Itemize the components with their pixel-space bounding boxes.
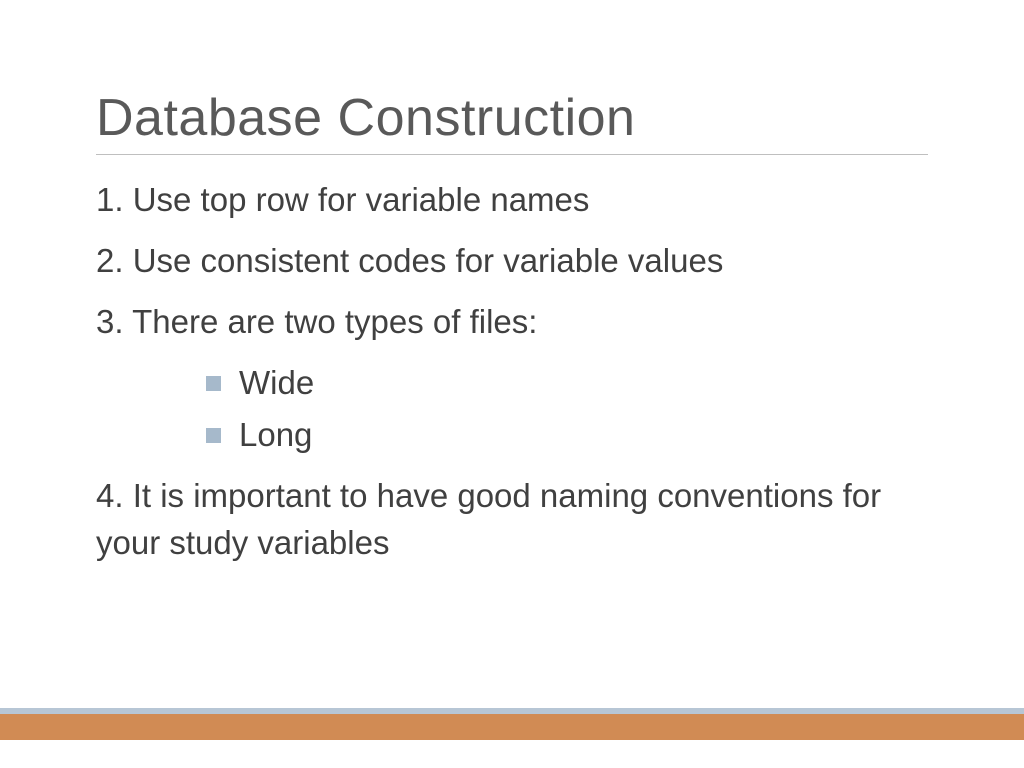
sublist-label: Wide [239, 360, 314, 407]
square-bullet-icon [206, 428, 221, 443]
sublist-label: Long [239, 412, 312, 459]
accent-bar-orange [0, 714, 1024, 740]
list-item: 1. Use top row for variable names [96, 177, 928, 224]
slide-title: Database Construction [96, 88, 928, 155]
list-item: 4. It is important to have good naming c… [96, 473, 928, 567]
footer-bars [0, 708, 1024, 740]
list-item: 3. There are two types of files: [96, 299, 928, 346]
slide-body: 1. Use top row for variable names 2. Use… [96, 177, 928, 567]
sublist: Wide Long [206, 360, 928, 460]
sublist-item: Wide [206, 360, 928, 407]
list-item: 2. Use consistent codes for variable val… [96, 238, 928, 285]
sublist-item: Long [206, 412, 928, 459]
slide: Database Construction 1. Use top row for… [0, 0, 1024, 768]
square-bullet-icon [206, 376, 221, 391]
